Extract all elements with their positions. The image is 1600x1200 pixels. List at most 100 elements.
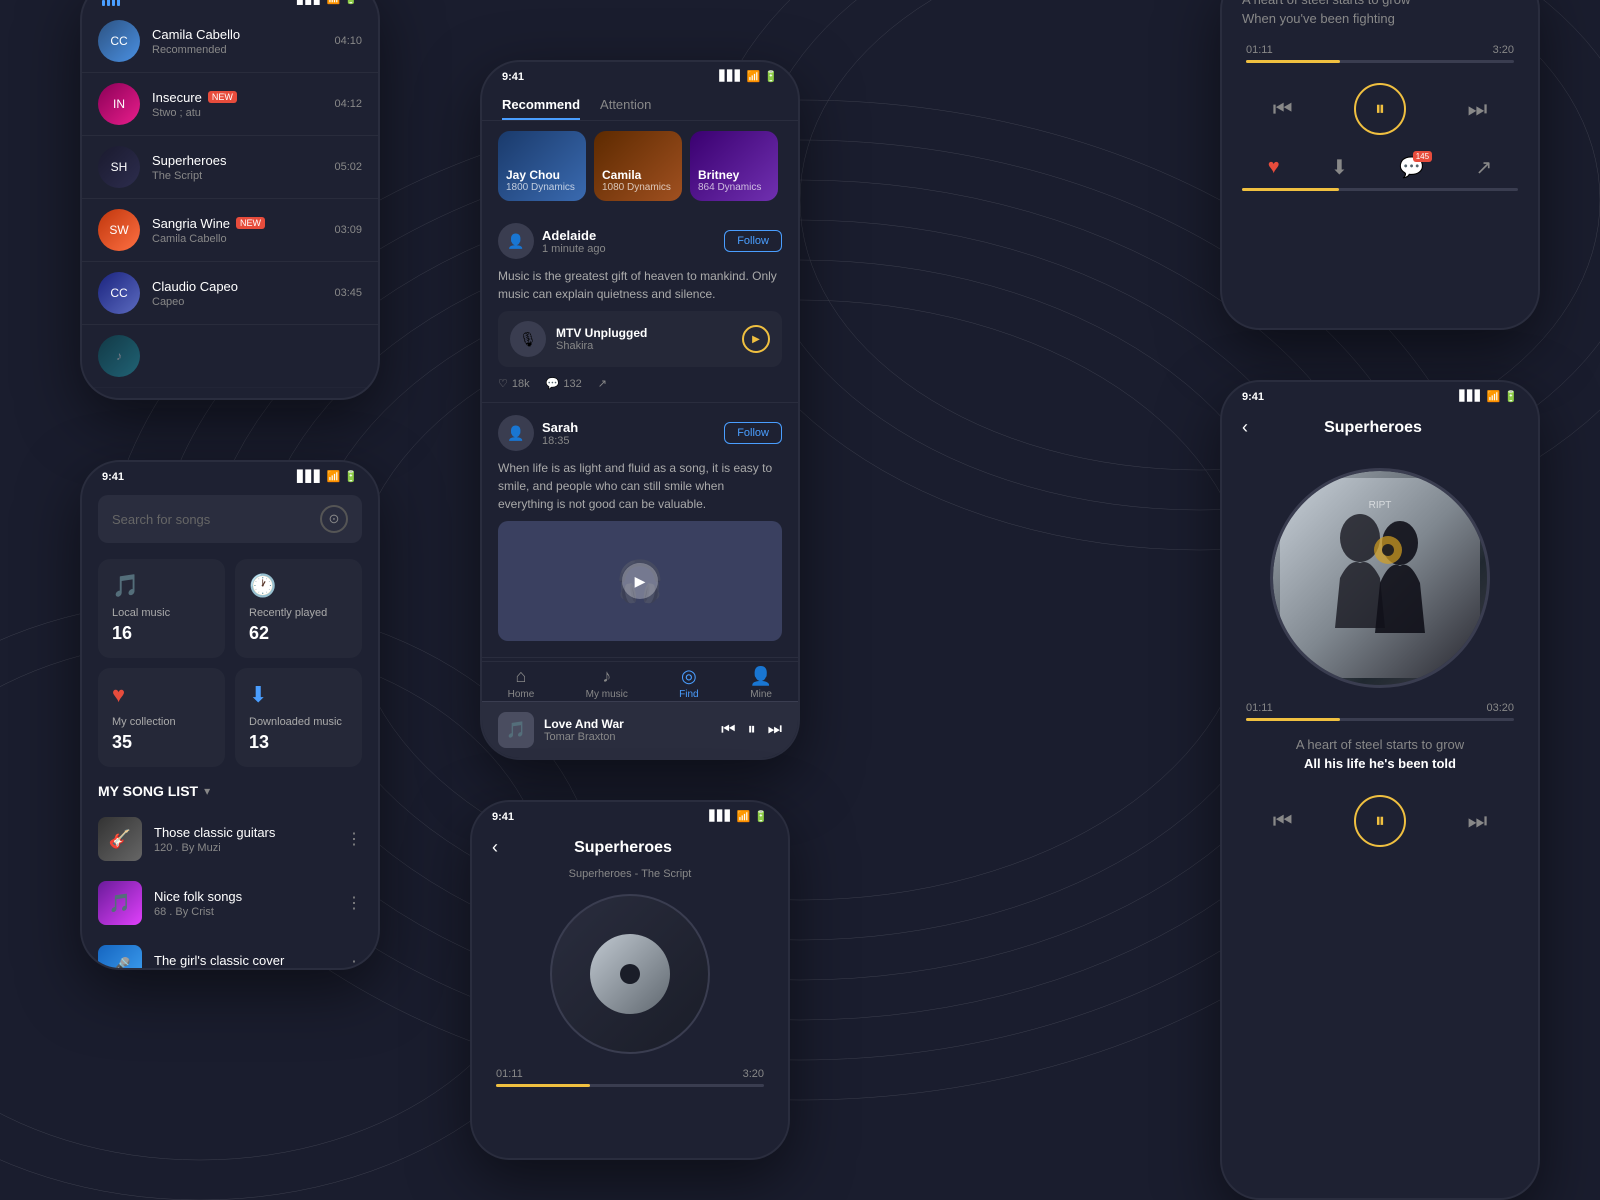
vinyl-4 bbox=[550, 894, 710, 1054]
song-item-sangria[interactable]: SW Sangria Wine NEW Camila Cabello 03:09 bbox=[82, 199, 378, 262]
nav-home[interactable]: ⌂ Home bbox=[508, 666, 535, 700]
downloaded-icon: ⬇ bbox=[249, 682, 348, 708]
rec-card-britney[interactable]: Britney 864 Dynamics bbox=[690, 131, 778, 201]
more-options-2[interactable]: ⋮ bbox=[346, 893, 362, 913]
song-artist-3: The Script bbox=[152, 170, 322, 182]
lyric-1-6: A heart of steel starts to grow bbox=[1242, 737, 1518, 752]
nav-mine[interactable]: 👤 Mine bbox=[750, 666, 772, 700]
time-current-6: 01:11 bbox=[1246, 702, 1273, 714]
rec-card-jaychou[interactable]: Jay Chou 1800 Dynamics bbox=[498, 131, 586, 201]
player-header-4: ‹ Superheroes bbox=[472, 827, 788, 868]
more-options-1[interactable]: ⋮ bbox=[346, 829, 362, 849]
prev-btn-mini[interactable]: ⏮ bbox=[721, 721, 735, 739]
progress-times-5: 01:11 3:20 bbox=[1222, 40, 1538, 56]
player-album-6: RIPT bbox=[1222, 448, 1538, 698]
search-bar[interactable]: Search for songs ⊙ bbox=[98, 495, 362, 543]
share-action-1[interactable]: ↗ bbox=[598, 377, 607, 390]
tab-attention[interactable]: Attention bbox=[600, 87, 651, 120]
playlist-meta-3: 45 . By Sam bbox=[154, 970, 334, 971]
local-music-card[interactable]: 🎵 Local music 16 bbox=[98, 559, 225, 658]
player-header-6: ‹ Superheroes bbox=[1222, 407, 1538, 448]
tab-recommend[interactable]: Recommend bbox=[502, 87, 580, 120]
song-item-camila[interactable]: CC Camila Cabello Recommended 04:10 bbox=[82, 10, 378, 73]
home-icon: ⌂ bbox=[516, 666, 527, 687]
nav-mymusic[interactable]: ♪ My music bbox=[586, 666, 628, 700]
song-info-5: Claudio Capeo Capeo bbox=[152, 279, 322, 308]
song-dur-3: 05:02 bbox=[334, 161, 362, 173]
user-name-2: Sarah bbox=[542, 420, 578, 435]
share-btn-5[interactable]: ↗ bbox=[1476, 155, 1493, 180]
next-btn-6[interactable]: ⏭ bbox=[1467, 808, 1487, 834]
prev-btn-5[interactable]: ⏮ bbox=[1273, 96, 1293, 122]
collection-count: 35 bbox=[112, 732, 211, 753]
progress-track-6 bbox=[1246, 718, 1514, 721]
player-actions-5: ♥ ⬇ 💬 145 ↗ bbox=[1222, 147, 1538, 188]
song-thumb-2: IN bbox=[98, 83, 140, 125]
playlist-item-1[interactable]: 🎸 Those classic guitars 120 . By Muzi ⋮ bbox=[82, 807, 378, 871]
playlist-meta-1: 120 . By Muzi bbox=[154, 842, 334, 854]
phone-library: 9:41 ▋▋▋📶🔋 Search for songs ⊙ 🎵 Local mu… bbox=[80, 460, 380, 970]
follow-btn-2[interactable]: Follow bbox=[724, 422, 782, 444]
song-list: CC Camila Cabello Recommended 04:10 IN I… bbox=[82, 10, 378, 388]
song-item-6[interactable]: ♪ bbox=[82, 325, 378, 388]
vinyl-area-4 bbox=[472, 884, 788, 1064]
playlist-item-2[interactable]: 🎵 Nice folk songs 68 . By Crist ⋮ bbox=[82, 871, 378, 935]
song-item-insecure[interactable]: IN Insecure NEW Stwo ; atu 04:12 bbox=[82, 73, 378, 136]
play-btn-mtv[interactable]: ▶ bbox=[742, 325, 770, 353]
like-action-1[interactable]: ♡ 18k bbox=[498, 377, 530, 390]
rec-card-camila[interactable]: Camila 1080 Dynamics bbox=[594, 131, 682, 201]
nav-find[interactable]: ◎ Find bbox=[679, 666, 698, 700]
user-name-wrap-1: Adelaide 1 minute ago bbox=[542, 228, 606, 255]
playlist-item-3[interactable]: 🎤 The girl's classic cover 45 . By Sam ⋮ bbox=[82, 935, 378, 970]
follow-btn-1[interactable]: Follow bbox=[724, 230, 782, 252]
recently-played-label: Recently played bbox=[249, 607, 348, 619]
rec-card-name-2: Camila bbox=[602, 168, 674, 182]
play-pause-mini[interactable]: ⏸ bbox=[748, 721, 756, 739]
progress-times-4: 01:11 3:20 bbox=[472, 1064, 788, 1080]
play-overlay[interactable]: ▶ bbox=[622, 563, 658, 599]
back-btn-6[interactable]: ‹ bbox=[1242, 417, 1248, 438]
song-item-claudio[interactable]: CC Claudio Capeo Capeo 03:45 bbox=[82, 262, 378, 325]
status-bar-2: 9:41 ▋▋▋📶🔋 bbox=[82, 462, 378, 487]
playlist-title-1: Those classic guitars bbox=[154, 825, 334, 840]
progress-bar-bottom-5 bbox=[1242, 188, 1518, 191]
prev-btn-6[interactable]: ⏮ bbox=[1273, 808, 1293, 834]
back-btn-4[interactable]: ‹ bbox=[492, 837, 498, 858]
progress-bar-6[interactable] bbox=[1222, 718, 1538, 721]
progress-bar-5[interactable] bbox=[1222, 60, 1538, 63]
phone-player-right: 9:41 ▋▋▋📶🔋 ‹ Superheroes bbox=[1220, 380, 1540, 1200]
post-header-2: 👤 Sarah 18:35 Follow bbox=[498, 415, 782, 451]
play-pause-btn-5[interactable]: ⏸ bbox=[1354, 83, 1406, 135]
recently-played-card[interactable]: 🕐 Recently played 62 bbox=[235, 559, 362, 658]
song-dur-1: 04:10 bbox=[334, 35, 362, 47]
song-item-superheroes[interactable]: SH Superheroes The Script 05:02 bbox=[82, 136, 378, 199]
nav-mymusic-label: My music bbox=[586, 689, 628, 700]
download-btn-5[interactable]: ⬇ bbox=[1331, 155, 1348, 180]
comment-btn-5[interactable]: 💬 145 bbox=[1399, 155, 1424, 180]
music-card-inline[interactable]: 🎙 MTV Unplugged Shakira ▶ bbox=[498, 311, 782, 367]
progress-bar-4[interactable] bbox=[472, 1084, 788, 1087]
play-pause-btn-6[interactable]: ⏸ bbox=[1354, 795, 1406, 847]
collection-icon: ♥ bbox=[112, 682, 211, 708]
lyric-line-1-5: A heart of steel starts to grow bbox=[1242, 0, 1518, 7]
section-dropdown-icon[interactable]: ▾ bbox=[204, 784, 210, 798]
local-music-count: 16 bbox=[112, 623, 211, 644]
post-time-2: 18:35 bbox=[542, 435, 578, 447]
song-thumb-6: ♪ bbox=[98, 335, 140, 377]
playlist-thumb-1: 🎸 bbox=[98, 817, 142, 861]
next-btn-mini[interactable]: ⏭ bbox=[768, 721, 782, 739]
status-icons-2: ▋▋▋📶🔋 bbox=[297, 470, 358, 483]
downloaded-label: Downloaded music bbox=[249, 716, 348, 728]
comment-action-1[interactable]: 💬 132 bbox=[546, 377, 582, 390]
song-artist-1: Recommended bbox=[152, 44, 322, 56]
song-info-4: Sangria Wine NEW Camila Cabello bbox=[152, 216, 322, 245]
next-btn-5[interactable]: ⏭ bbox=[1467, 96, 1487, 122]
search-icon[interactable]: ⊙ bbox=[320, 505, 348, 533]
collection-card[interactable]: ♥ My collection 35 bbox=[98, 668, 225, 767]
like-btn-5[interactable]: ♥ bbox=[1268, 156, 1280, 179]
library-grid: 🎵 Local music 16 🕐 Recently played 62 ♥ … bbox=[82, 551, 378, 775]
vinyl-hole-4 bbox=[620, 964, 640, 984]
phone-feed: 9:41 ▋▋▋📶🔋 Recommend Attention Jay Chou … bbox=[480, 60, 800, 760]
downloaded-card[interactable]: ⬇ Downloaded music 13 bbox=[235, 668, 362, 767]
more-options-3[interactable]: ⋮ bbox=[346, 957, 362, 970]
